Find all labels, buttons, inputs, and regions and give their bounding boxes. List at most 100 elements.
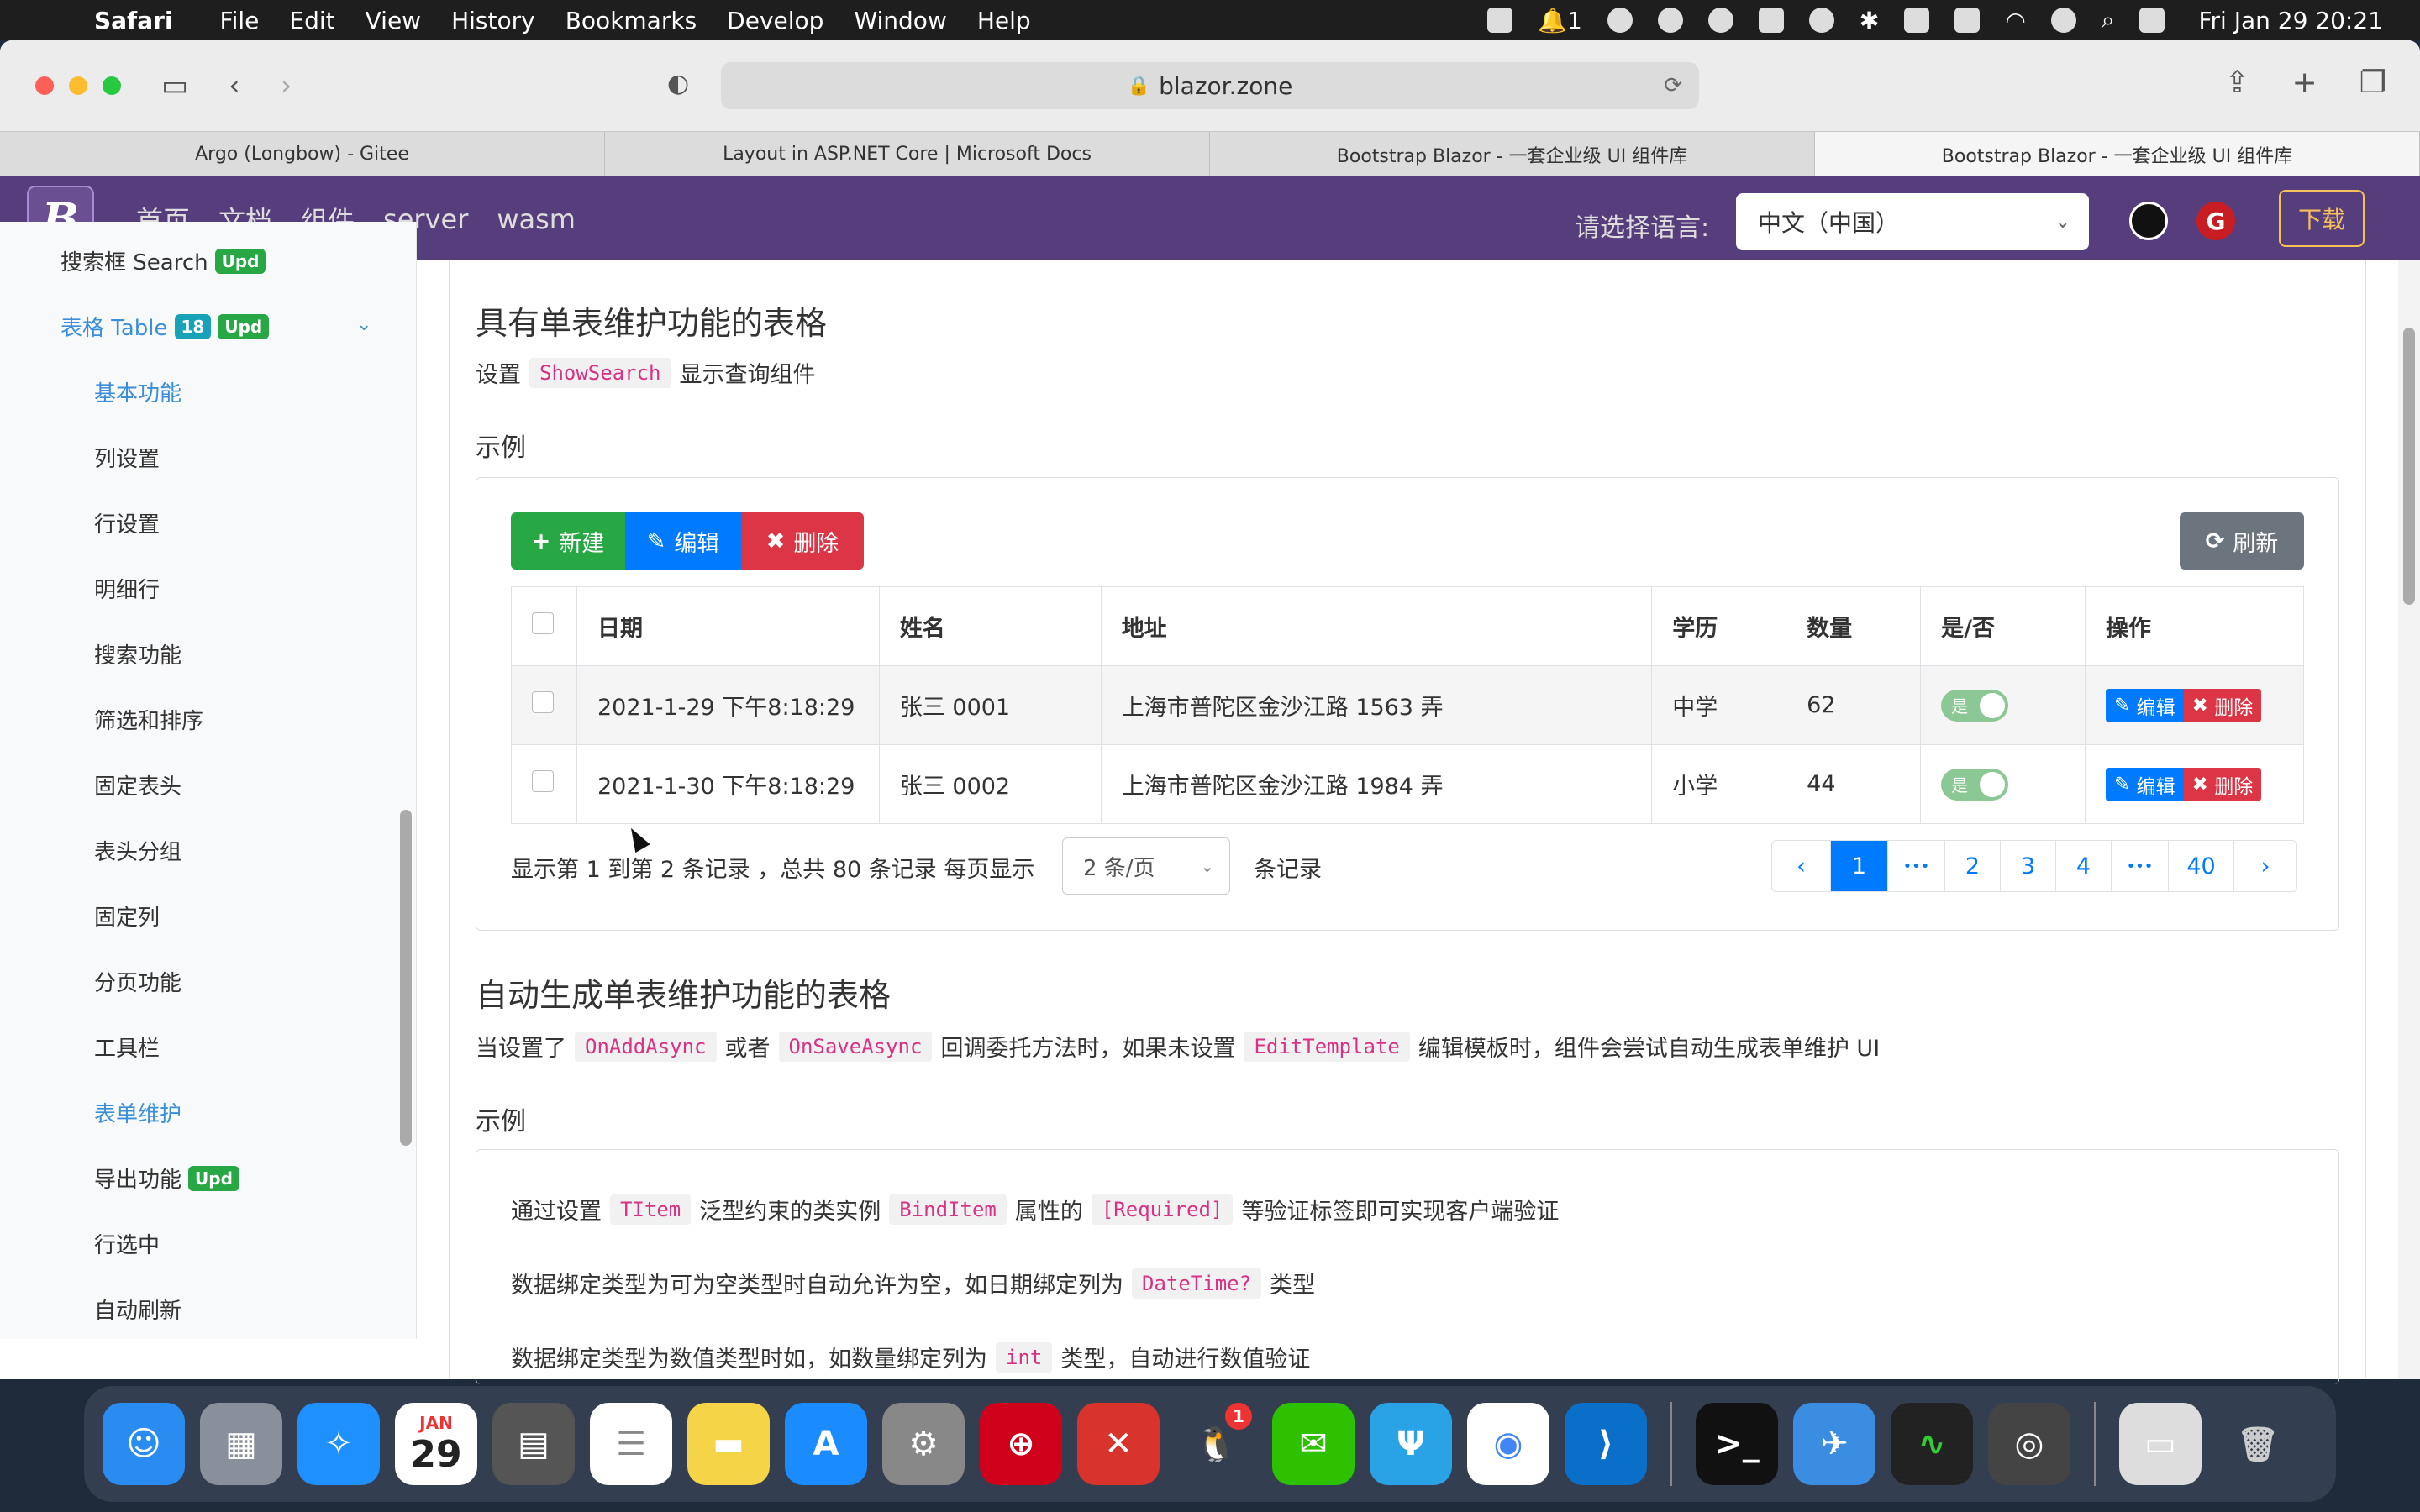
finder-icon[interactable]: ☺	[103, 1403, 185, 1485]
table-row[interactable]: 2021-1-30 下午8:18:29 张三 0002 上海市普陀区金沙江路 1…	[511, 744, 2304, 824]
sidebar-item-filter-sort[interactable]: 筛选和排序	[94, 704, 203, 735]
wechat-icon[interactable]: ✉	[1272, 1403, 1355, 1485]
sidebar-item-selection[interactable]: 行选中	[94, 1228, 160, 1259]
chrome-icon[interactable]: ◉	[1467, 1403, 1549, 1485]
menu-history[interactable]: History	[451, 7, 535, 34]
trash-icon[interactable]: 🗑	[2217, 1403, 2299, 1485]
sidebar-item-columns[interactable]: 列设置	[94, 442, 160, 473]
row-delete-button[interactable]: ✖ 删除	[2183, 767, 2262, 801]
sidebar-item-fixed-column[interactable]: 固定列	[94, 900, 160, 932]
menu-edit[interactable]: Edit	[289, 7, 334, 34]
col-header-count[interactable]: 数量	[1786, 586, 1922, 666]
refresh-button[interactable]: ⟳ 刷新	[2180, 512, 2304, 570]
sidebar-item-export[interactable]: 导出功能 Upd	[94, 1163, 239, 1194]
fork-icon[interactable]: Ψ	[1370, 1403, 1452, 1485]
qq-icon[interactable]: 🐧 1	[1175, 1403, 1257, 1485]
wifi-icon[interactable]: ◠	[2005, 7, 2025, 34]
sidebar-item-form-edit[interactable]: 表单维护	[94, 1097, 182, 1128]
edit-button[interactable]: ✎ 编辑	[625, 512, 741, 570]
menu-help[interactable]: Help	[977, 7, 1031, 34]
col-header-education[interactable]: 学历	[1651, 586, 1787, 666]
row-checkbox[interactable]	[532, 770, 554, 792]
nav-wasm[interactable]: wasm	[497, 203, 576, 235]
menu-app-name[interactable]: Safari	[94, 7, 173, 34]
tab-blazor-2[interactable]: Bootstrap Blazor - 一套企业级 UI 组件库	[1815, 132, 2420, 176]
menu-file[interactable]: File	[220, 7, 260, 34]
notes-icon[interactable]: ▬	[687, 1403, 770, 1485]
page-scrollbar-thumb[interactable]	[2403, 328, 2415, 605]
feishu-icon[interactable]: ✈	[1793, 1403, 1876, 1485]
download-button[interactable]: 下载	[2279, 190, 2365, 247]
page-scrollbar[interactable]	[2398, 260, 2420, 1379]
page-size-select[interactable]: 2 条/页 ⌄	[1062, 837, 1230, 895]
vpn-icon[interactable]	[1657, 8, 1683, 33]
sidebar-scrollbar[interactable]	[400, 810, 412, 1146]
reminders-icon[interactable]: ☰	[590, 1403, 672, 1485]
sidebar-item-auto-refresh[interactable]: 自动刷新	[94, 1294, 182, 1325]
page-1[interactable]: 1	[1831, 841, 1888, 891]
launchpad-icon[interactable]: ▦	[200, 1403, 282, 1485]
sidebar-item-toolbar[interactable]: 工具栏	[94, 1032, 160, 1063]
sidebar-item-detail[interactable]: 明细行	[94, 573, 160, 604]
privacy-shield-icon[interactable]: ◐	[667, 69, 689, 98]
wechat-status-icon[interactable]	[1707, 8, 1733, 33]
delete-button[interactable]: ✖ 删除	[741, 512, 864, 570]
tab-ms-docs[interactable]: Layout in ASP.NET Core | Microsoft Docs	[605, 132, 1210, 176]
page-3[interactable]: 3	[2001, 841, 2056, 891]
row-edit-button[interactable]: ✎ 编辑	[2106, 767, 2184, 801]
zoom-window-icon[interactable]	[103, 76, 121, 95]
minimize-window-icon[interactable]	[69, 76, 87, 95]
forward-icon[interactable]: ›	[281, 69, 292, 102]
remote-desktop-icon[interactable]: ✕	[1077, 1403, 1160, 1485]
add-button[interactable]: + 新建	[511, 512, 625, 570]
menu-bookmarks[interactable]: Bookmarks	[566, 7, 697, 34]
col-header-name[interactable]: 姓名	[878, 586, 1102, 666]
spotlight-icon[interactable]: ⌕	[2102, 6, 2115, 34]
sidebar-item-header-group[interactable]: 表头分组	[94, 835, 182, 866]
github-icon[interactable]	[2129, 202, 2168, 240]
sidebar-item-fixed-header[interactable]: 固定表头	[94, 769, 182, 801]
menu-window[interactable]: Window	[854, 7, 946, 34]
flag-switch[interactable]: 是	[1941, 689, 2009, 722]
notification-icon[interactable]: 🔔1	[1538, 7, 1582, 34]
chevron-down-icon[interactable]: ⌄	[356, 314, 371, 335]
back-icon[interactable]: ‹	[229, 69, 240, 102]
cloud-icon[interactable]	[1758, 8, 1784, 33]
activity-monitor-icon[interactable]: ∿	[1891, 1403, 1973, 1485]
menu-view[interactable]: View	[366, 7, 421, 34]
close-window-icon[interactable]	[35, 76, 54, 95]
new-tab-icon[interactable]: +	[2292, 66, 2317, 100]
app3-status-icon[interactable]	[1904, 8, 1930, 33]
netease-icon[interactable]: ⊕	[980, 1403, 1062, 1485]
page-next[interactable]: ›	[2234, 841, 2296, 891]
sidebar-item-table[interactable]: 表格 Table 18 Upd	[60, 311, 270, 342]
gitee-icon[interactable]: G	[2196, 202, 2235, 240]
col-header-address[interactable]: 地址	[1100, 586, 1653, 666]
flag-switch[interactable]: 是	[1941, 768, 2009, 801]
terminal-icon[interactable]: >_	[1696, 1403, 1778, 1485]
quicktime-icon[interactable]: ◎	[1988, 1403, 2070, 1485]
app-store-icon[interactable]: A	[785, 1403, 867, 1485]
page-2[interactable]: 2	[1945, 841, 2001, 891]
tab-gitee[interactable]: Argo (Longbow) - Gitee	[0, 132, 605, 176]
system-preferences-icon[interactable]: ⚙	[882, 1403, 965, 1485]
page-40[interactable]: 40	[2169, 841, 2234, 891]
vscode-icon[interactable]: ⟩	[1565, 1403, 1647, 1485]
sidebar-item-searching[interactable]: 搜索功能	[94, 638, 182, 669]
safari-icon[interactable]: ✧	[297, 1403, 380, 1485]
select-all-checkbox[interactable]	[532, 612, 554, 634]
control-center-icon[interactable]	[2139, 8, 2165, 33]
page-ellipsis-right[interactable]: •••	[2112, 841, 2169, 891]
address-bar[interactable]: 🔒 blazor.zone ⟳	[721, 62, 1699, 109]
user-icon[interactable]	[2050, 8, 2076, 33]
row-edit-button[interactable]: ✎ 编辑	[2106, 688, 2184, 722]
sidebar-item-basic[interactable]: 基本功能	[94, 376, 182, 407]
app2-status-icon[interactable]	[1808, 8, 1834, 33]
col-header-flag[interactable]: 是/否	[1920, 586, 2086, 666]
calculator-icon[interactable]: ▤	[492, 1403, 575, 1485]
sidebar-item-pagination[interactable]: 分页功能	[94, 966, 182, 997]
col-header-date[interactable]: 日期	[576, 586, 880, 666]
stop-record-icon[interactable]	[1487, 8, 1513, 33]
screenshot-folder-icon[interactable]: ▭	[2119, 1403, 2202, 1485]
page-4[interactable]: 4	[2056, 841, 2112, 891]
